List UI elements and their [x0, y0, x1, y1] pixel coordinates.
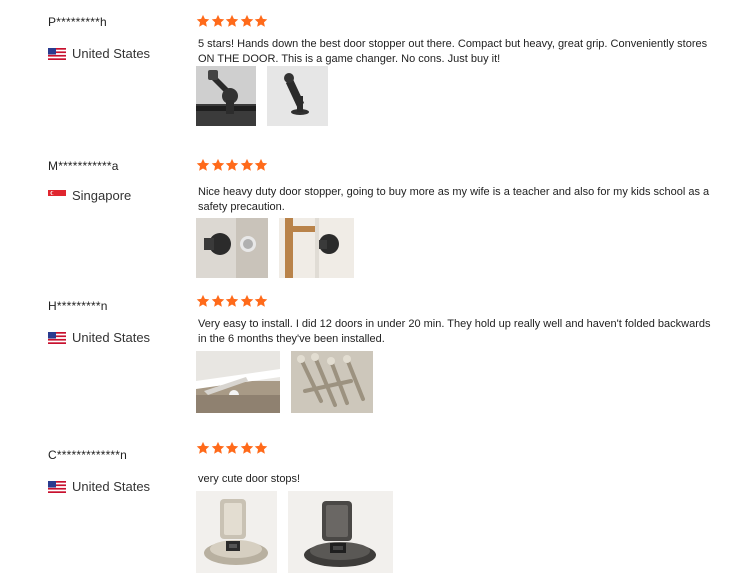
- country-name: United States: [72, 46, 151, 61]
- star-icon: [254, 441, 268, 454]
- review-photos: [196, 351, 384, 413]
- reviewer-country: United States: [48, 330, 150, 346]
- reviewer-country: United States: [48, 479, 150, 495]
- star-icon: [254, 294, 268, 307]
- star-icon: [211, 441, 224, 454]
- star-icon: [254, 158, 268, 171]
- review-content: very cute door stops!: [196, 441, 716, 573]
- country-name: Singapore: [72, 188, 132, 203]
- star-icon: [225, 294, 239, 307]
- reviewer-name: P*********h: [48, 15, 107, 29]
- review-photo[interactable]: [279, 218, 354, 278]
- review-photos: [196, 491, 404, 573]
- country-name: United States: [72, 479, 151, 494]
- review-photos: [196, 66, 339, 126]
- review-photo[interactable]: [196, 218, 268, 278]
- star-icon: [225, 441, 239, 454]
- review-text: 5 stars! Hands down the best door stoppe…: [198, 38, 708, 65]
- reviewer-info: M***********a Singapore: [48, 158, 188, 203]
- reviewer-info: C*************n United States: [48, 441, 188, 494]
- star-icon: [196, 294, 210, 307]
- review-text: very cute door stops!: [198, 473, 301, 485]
- reviewer-name: H*********n: [48, 299, 108, 313]
- reviewer-info: H*********n United States: [48, 294, 188, 345]
- review-content: Nice heavy duty door stopper, going to b…: [196, 158, 716, 278]
- reviewer-country: Singapore: [48, 188, 131, 204]
- star-icon: [254, 14, 268, 27]
- star-icon: [240, 14, 253, 27]
- star-icon: [240, 158, 253, 171]
- star-rating: [196, 158, 716, 172]
- star-icon: [211, 294, 224, 307]
- reviewer-country: United States: [48, 46, 150, 62]
- review-text: Very easy to install. I did 12 doors in …: [198, 318, 711, 345]
- us-flag-icon: [48, 48, 66, 60]
- star-icon: [225, 14, 239, 27]
- star-icon: [196, 441, 210, 454]
- review-photo[interactable]: [196, 351, 280, 413]
- review-photo[interactable]: [196, 491, 277, 573]
- review-photo[interactable]: [288, 491, 393, 573]
- country-name: United States: [72, 330, 151, 345]
- review-list: P*********h United States 5 stars! Hands…: [0, 0, 750, 584]
- us-flag-icon: [48, 481, 66, 493]
- us-flag-icon: [48, 332, 66, 344]
- star-icon: [196, 158, 210, 171]
- star-icon: [211, 158, 224, 171]
- star-rating: [196, 441, 716, 455]
- star-icon: [240, 441, 253, 454]
- review-text: Nice heavy duty door stopper, going to b…: [198, 186, 710, 213]
- review-photos: [196, 218, 365, 278]
- star-icon: [240, 294, 253, 307]
- star-icon: [196, 14, 210, 27]
- review-photo[interactable]: [196, 66, 256, 126]
- reviewer-name: M***********a: [48, 159, 119, 173]
- review-photo[interactable]: [267, 66, 328, 126]
- review-photo[interactable]: [291, 351, 373, 413]
- reviewer-name: C*************n: [48, 448, 128, 462]
- star-rating: [196, 294, 716, 308]
- sg-flag-icon: [48, 190, 66, 202]
- review-content: 5 stars! Hands down the best door stoppe…: [196, 14, 716, 126]
- reviewer-info: P*********h United States: [48, 14, 188, 61]
- review-content: Very easy to install. I did 12 doors in …: [196, 294, 716, 413]
- star-icon: [211, 14, 224, 27]
- star-icon: [225, 158, 239, 171]
- star-rating: [196, 14, 716, 28]
